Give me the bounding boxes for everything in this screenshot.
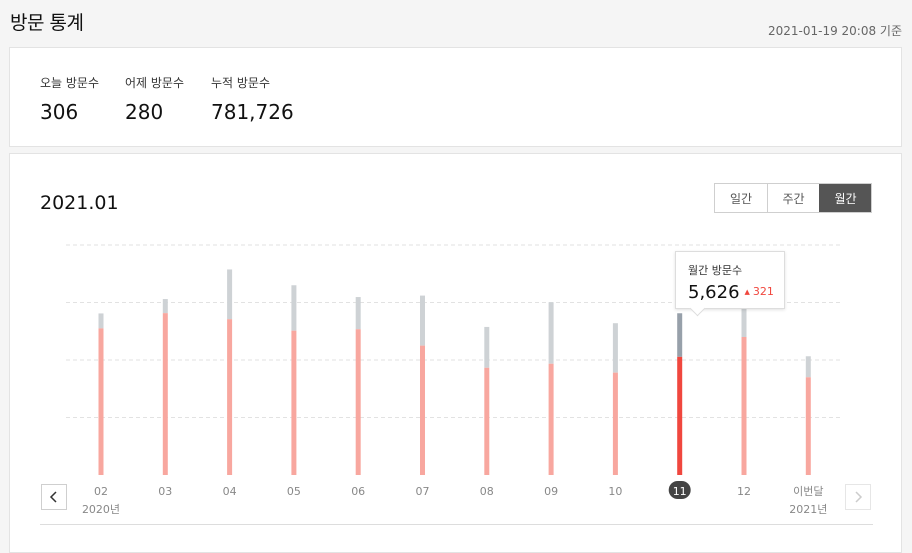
- bar-이번달[interactable]: [805, 377, 811, 475]
- x-tick-label: 11: [673, 485, 687, 498]
- bar-increase-04[interactable]: [227, 269, 233, 320]
- bar-02[interactable]: [98, 328, 104, 475]
- bar-12[interactable]: [741, 337, 747, 475]
- stat-today: 오늘 방문수 306: [40, 74, 99, 124]
- bar-05[interactable]: [291, 330, 297, 475]
- stat-value: 781,726: [211, 100, 294, 124]
- bar-increase-11[interactable]: [677, 313, 683, 357]
- chevron-right-icon: [855, 491, 863, 503]
- next-button[interactable]: [845, 484, 871, 510]
- stat-value: 306: [40, 100, 79, 124]
- stat-value: 280: [125, 100, 164, 124]
- x-tick-label: 03: [158, 485, 172, 498]
- bar-11[interactable]: [677, 356, 683, 475]
- timestamp: 2021-01-19 20:08 기준: [767, 24, 902, 38]
- bar-increase-09[interactable]: [548, 302, 554, 364]
- stat-label: 어제 방문수: [125, 76, 185, 90]
- bar-04[interactable]: [227, 319, 233, 475]
- page-title: 방문 통계: [10, 12, 84, 34]
- bar-03[interactable]: [162, 313, 168, 475]
- bar-10[interactable]: [612, 372, 618, 475]
- bar-increase-06[interactable]: [355, 297, 361, 330]
- bar-increase-12[interactable]: [741, 305, 747, 337]
- x-tick-label: 07: [416, 485, 430, 498]
- visit-chart-card: 2021.01 일간 주간 월간 02 03 04 05 06 07 08 09 10 11 12 이…: [9, 153, 902, 553]
- bar-increase-08[interactable]: [484, 326, 490, 368]
- bar-08[interactable]: [484, 367, 490, 475]
- x-tick-label: 08: [480, 485, 494, 498]
- bar-increase-05[interactable]: [291, 285, 297, 331]
- bar-increase-02[interactable]: [98, 313, 104, 329]
- x-tick-label: 06: [351, 485, 365, 498]
- x-tick-label: 12: [737, 485, 751, 498]
- chart-tooltip: 월간 방문수 5,626 ▲ 321: [675, 251, 785, 309]
- x-tick-label: 10: [608, 485, 622, 498]
- chevron-left-icon: [49, 491, 57, 503]
- bar-09[interactable]: [548, 363, 554, 475]
- x-tick-label: 02: [94, 485, 108, 498]
- monthly-visits-chart: 02 03 04 05 06 07 08 09 10 11 12 이번달 2020년 2021년: [66, 244, 840, 516]
- tooltip-delta: 321: [752, 285, 774, 298]
- x-tick-label: 05: [287, 485, 301, 498]
- bar-increase-03[interactable]: [162, 299, 168, 314]
- x-tick-label: 09: [544, 485, 558, 498]
- year-label: 2020년: [82, 503, 120, 516]
- tooltip-label: 월간 방문수: [688, 264, 743, 277]
- tooltip-value: 5,626: [688, 282, 740, 303]
- x-tick-label: 이번달: [793, 485, 823, 498]
- bar-07[interactable]: [420, 345, 425, 475]
- previous-button[interactable]: [41, 484, 67, 510]
- stat-label: 누적 방문수: [211, 76, 271, 90]
- bar-increase-이번달[interactable]: [805, 356, 811, 378]
- year-label: 2021년: [789, 503, 827, 516]
- stat-total: 누적 방문수 781,726: [211, 74, 294, 124]
- stat-label: 오늘 방문수: [40, 76, 100, 90]
- divider: [40, 524, 873, 525]
- bar-increase-07[interactable]: [420, 295, 425, 346]
- bar-increase-10[interactable]: [612, 323, 618, 373]
- visitor-summary-card: 오늘 방문수 306 어제 방문수 280 누적 방문수 781,726: [9, 47, 902, 147]
- stat-yesterday: 어제 방문수 280: [125, 74, 184, 124]
- x-tick-label: 04: [223, 485, 237, 498]
- bar-06[interactable]: [355, 329, 361, 475]
- triangle-up-icon: ▲: [744, 288, 750, 296]
